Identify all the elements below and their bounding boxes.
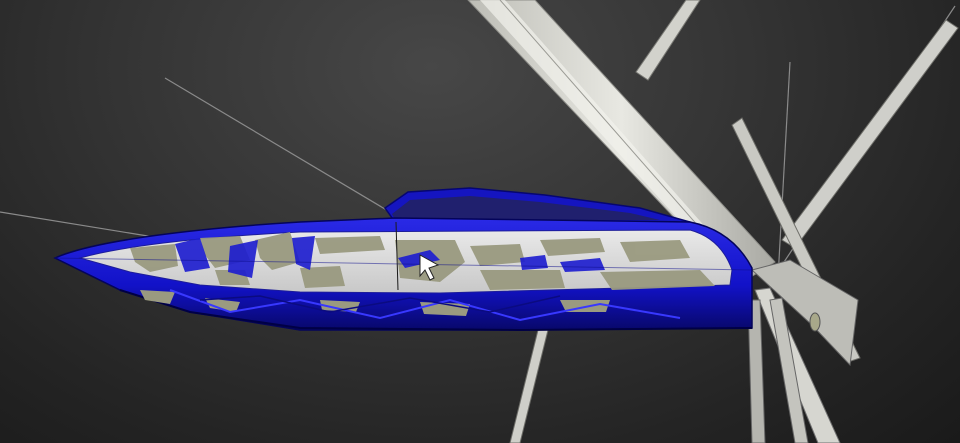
boat-hull[interactable] — [53, 187, 753, 332]
scene-canvas[interactable] — [0, 0, 960, 443]
spar-right — [731, 19, 959, 443]
spar-upper — [635, 0, 701, 81]
spar-lower — [509, 329, 549, 443]
3d-viewport[interactable] — [0, 0, 960, 443]
